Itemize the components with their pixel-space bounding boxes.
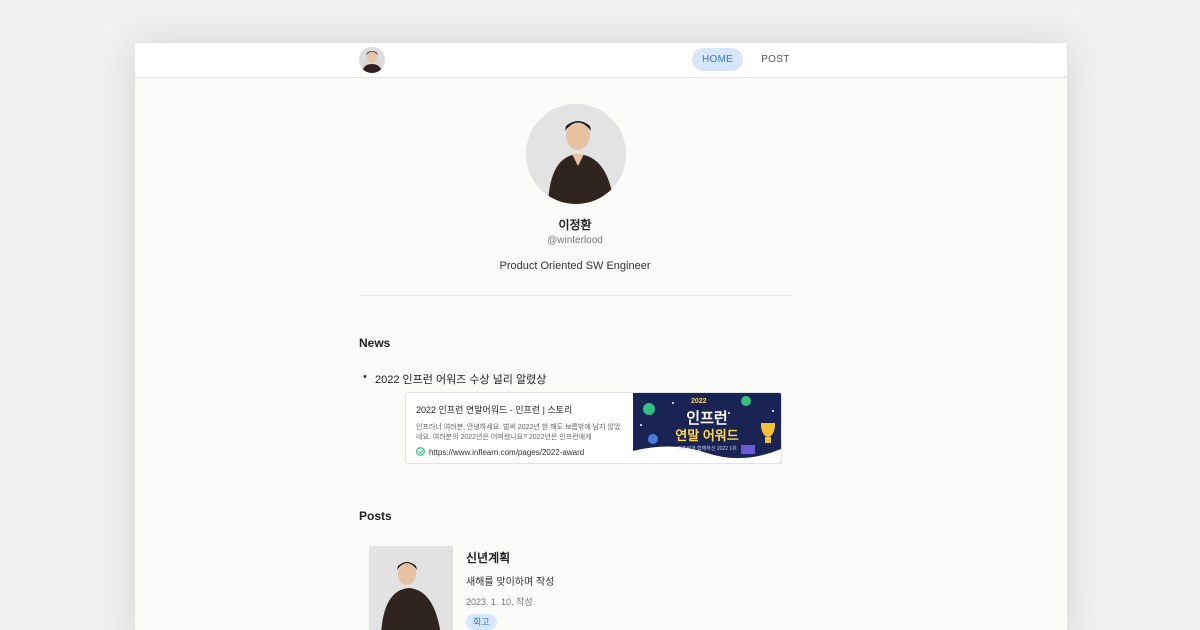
profile-handle: @winterlood xyxy=(547,235,603,246)
top-navigation-bar: HOME POST xyxy=(135,43,1067,78)
post-thumbnail xyxy=(369,546,453,630)
bookmark-url-row: https://www.inflearn.com/pages/2022-awar… xyxy=(416,447,626,458)
bookmark-image: 2022 인프런 연말 어워드 인프런과 함께하신 2022 1위 xyxy=(633,393,781,463)
bookmark-title: 2022 인프런 연말어워드 - 인프런 | 스토리 xyxy=(416,405,573,415)
posts-heading: Posts xyxy=(359,509,392,523)
bookmark-url: https://www.inflearn.com/pages/2022-awar… xyxy=(429,448,585,457)
profile-avatar xyxy=(526,104,626,204)
bookmark-image-year: 2022 xyxy=(691,398,707,405)
main-nav: HOME POST xyxy=(692,48,800,71)
profile-name: 이정환 xyxy=(558,218,592,232)
nav-post-tab[interactable]: POST xyxy=(751,48,799,71)
post-subtitle: 새해를 맞이하며 작성 xyxy=(466,577,555,588)
news-bookmark-card[interactable]: 2022 인프런 연말어워드 - 인프런 | 스토리 인프러너 여러분, 안녕하… xyxy=(405,392,782,464)
bookmark-description: 인프러너 여러분, 안녕하세요. 벌써 2022년 한 해도 보름밖에 남지 않… xyxy=(416,424,621,441)
bookmark-image-line3: 인프런과 함께하신 2022 1위 xyxy=(677,446,737,452)
news-heading: News xyxy=(359,336,391,350)
bookmark-text: 2022 인프런 연말어워드 - 인프런 | 스토리 인프러너 여러분, 안녕하… xyxy=(416,403,626,458)
bookmark-image-line2: 연말 어워드 xyxy=(675,428,739,443)
nav-home-tab[interactable]: HOME xyxy=(692,48,744,71)
profile-bio: Product Oriented SW Engineer xyxy=(499,260,651,272)
browser-window: HOME POST 이정환 @winterlood Product Orient… xyxy=(135,43,1067,630)
nav-avatar[interactable] xyxy=(359,47,385,73)
inflearn-favicon-icon xyxy=(416,447,425,458)
post-tag-badge[interactable]: 회고 xyxy=(466,614,497,630)
post-card[interactable]: 신년계획 새해를 맞이하며 작성 2023. 1. 10. 작성 회고 xyxy=(369,546,789,630)
post-title[interactable]: 신년계획 xyxy=(466,549,510,566)
section-divider xyxy=(359,295,792,296)
news-list-item: 2022 인프런 어워즈 수상 널리 알렸상 xyxy=(363,371,546,387)
post-date: 2023. 1. 10. 작성 xyxy=(466,597,533,607)
